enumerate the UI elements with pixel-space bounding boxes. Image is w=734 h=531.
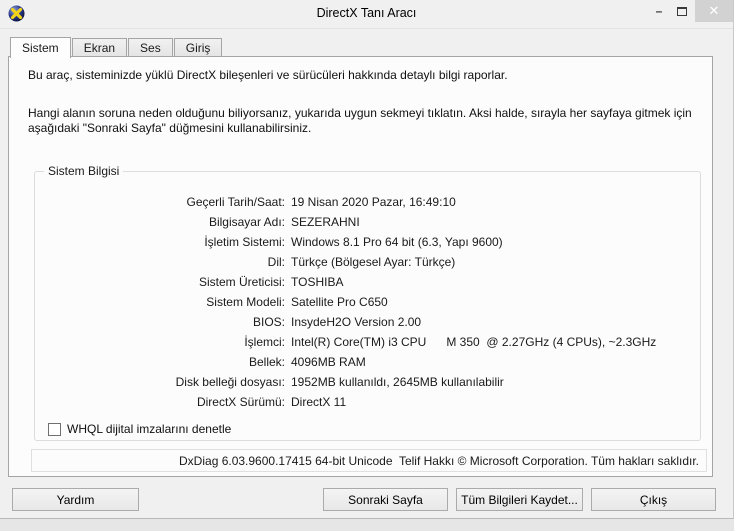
version-status-panel: DxDiag 6.03.9600.17415 64-bit Unicode Te… xyxy=(31,449,707,472)
tab-sistem-label: Sistem xyxy=(22,41,59,55)
info-value: 19 Nisan 2020 Pazar, 16:49:10 xyxy=(291,195,456,209)
info-value: InsydeH2O Version 2.00 xyxy=(291,315,422,329)
minimize-button[interactable]: – xyxy=(648,0,670,22)
help-button[interactable]: Yardım xyxy=(12,488,139,511)
info-label: İşletim Sistemi: xyxy=(204,235,285,249)
version-status-text: DxDiag 6.03.9600.17415 64-bit Unicode Te… xyxy=(179,453,699,468)
info-value: TOSHIBA xyxy=(291,275,344,289)
tab-giris[interactable]: Giriş xyxy=(173,38,223,57)
system-info-rows: Geçerli Tarih/Saat: 19 Nisan 2020 Pazar,… xyxy=(35,192,700,412)
table-row: DirectX Sürümü: DirectX 11 xyxy=(35,392,700,412)
table-row: Disk belleği dosyası: 1952MB kullanıldı,… xyxy=(35,372,700,392)
save-all-info-button-label: Tüm Bilgileri Kaydet... xyxy=(461,492,578,507)
tab-ses[interactable]: Ses xyxy=(128,38,173,57)
info-label: DirectX Sürümü: xyxy=(196,395,285,409)
table-row: İşletim Sistemi: Windows 8.1 Pro 64 bit … xyxy=(35,232,700,252)
system-info-group-title: Sistem Bilgisi xyxy=(44,164,124,178)
info-label: Dil: xyxy=(267,255,285,269)
info-value: SEZERAHNI xyxy=(291,215,360,229)
table-row: Sistem Modeli: Satellite Pro C650 xyxy=(35,292,700,312)
info-label: Sistem Modeli: xyxy=(206,295,285,309)
system-info-groupbox: Sistem Bilgisi Geçerli Tarih/Saat: 19 Ni… xyxy=(34,164,701,441)
info-value: Windows 8.1 Pro 64 bit (6.3, Yapı 9600) xyxy=(291,235,503,249)
desktop-background-strip xyxy=(0,520,734,531)
table-row: İşlemci: Intel(R) Core(TM) i3 CPU M 350 … xyxy=(35,332,700,352)
help-button-label: Yardım xyxy=(56,492,95,507)
whql-checkbox[interactable] xyxy=(48,422,61,436)
next-page-button-label: Sonraki Sayfa xyxy=(348,492,423,507)
info-label: Bellek: xyxy=(248,355,285,369)
maximize-button[interactable] xyxy=(671,0,693,22)
table-row: Sistem Üreticisi: TOSHIBA xyxy=(35,272,700,292)
tab-ekran-label: Ekran xyxy=(83,41,116,55)
table-row: Bellek: 4096MB RAM xyxy=(35,352,700,372)
intro-paragraph-1: Bu araç, sisteminizde yüklü DirectX bile… xyxy=(28,68,508,82)
info-label: Geçerli Tarih/Saat: xyxy=(186,195,286,209)
table-row: BIOS: InsydeH2O Version 2.00 xyxy=(35,312,700,332)
tab-strip: Sistem Ekran Ses Giriş xyxy=(10,36,223,58)
whql-checkbox-label: WHQL dijital imzalarını denetle xyxy=(67,422,232,436)
tab-ses-label: Ses xyxy=(140,41,161,55)
next-page-button[interactable]: Sonraki Sayfa xyxy=(323,488,448,511)
minimize-icon: – xyxy=(655,4,663,18)
info-value: Intel(R) Core(TM) i3 CPU M 350 @ 2.27GHz… xyxy=(291,335,657,349)
table-row: Dil: Türkçe (Bölgesel Ayar: Türkçe) xyxy=(35,252,700,272)
maximize-icon xyxy=(677,6,687,16)
save-all-info-button[interactable]: Tüm Bilgileri Kaydet... xyxy=(456,488,583,511)
info-value: DirectX 11 xyxy=(291,395,347,409)
info-label: Disk belleği dosyası: xyxy=(175,375,285,389)
info-label: BIOS: xyxy=(252,315,285,329)
dxdiag-window: DirectX Tanı Aracı – ✕ Sistem Ekran Ses … xyxy=(0,0,734,519)
info-label: Sistem Üreticisi: xyxy=(198,275,285,289)
info-value: 1952MB kullanıldı, 2645MB kullanılabilir xyxy=(291,375,504,389)
exit-button[interactable]: Çıkış xyxy=(591,488,716,511)
tab-giris-label: Giriş xyxy=(185,41,211,55)
whql-checkbox-row[interactable]: WHQL dijital imzalarını denetle xyxy=(48,421,231,437)
exit-button-label: Çıkış xyxy=(639,492,668,507)
table-row: Geçerli Tarih/Saat: 19 Nisan 2020 Pazar,… xyxy=(35,192,700,212)
info-value: Türkçe (Bölgesel Ayar: Türkçe) xyxy=(291,255,456,269)
window-title: DirectX Tanı Aracı xyxy=(316,6,417,20)
tab-ekran[interactable]: Ekran xyxy=(71,38,128,57)
table-row: Bilgisayar Adı: SEZERAHNI xyxy=(35,212,700,232)
tab-page-sistem: Bu araç, sisteminizde yüklü DirectX bile… xyxy=(8,56,713,477)
close-button[interactable]: ✕ xyxy=(695,0,733,22)
tab-sistem[interactable]: Sistem xyxy=(10,37,71,58)
info-value: Satellite Pro C650 xyxy=(291,295,388,309)
close-icon: ✕ xyxy=(708,3,720,18)
info-value: 4096MB RAM xyxy=(291,355,366,369)
info-label: Bilgisayar Adı: xyxy=(208,215,285,229)
intro-paragraph-2: Hangi alanın soruna neden olduğunu biliy… xyxy=(28,106,692,135)
info-label: İşlemci: xyxy=(244,335,285,349)
title-bar: DirectX Tanı Aracı – ✕ xyxy=(0,0,733,29)
